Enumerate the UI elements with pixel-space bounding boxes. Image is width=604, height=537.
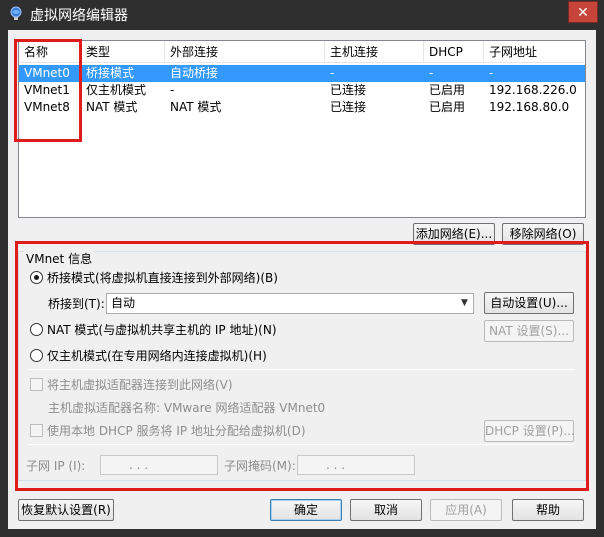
nat-mode-radio[interactable]: NAT 模式(与虚拟机共享主机的 IP 地址)(N) (30, 322, 277, 338)
dhcp-settings-button[interactable]: DHCP 设置(P)... (484, 420, 575, 442)
table-row-vmnet0[interactable]: VMnet0 桥接模式 自动桥接 - - - (19, 65, 585, 82)
mask-dots: . . . (326, 458, 346, 472)
subnet-ip-label: 子网 IP (I): (26, 459, 86, 473)
table-row-vmnet8[interactable]: VMnet8 NAT 模式 NAT 模式 已连接 已启用 192.168.80.… (19, 99, 585, 116)
auto-settings-button[interactable]: 自动设置(U)... (484, 292, 574, 314)
cell-type: 桥接模式 (86, 66, 135, 80)
bridged-mode-radio[interactable]: 桥接模式(将虚拟机直接连接到外部网络)(B) (30, 270, 278, 286)
host-only-label: 仅主机模式(在专用网络内连接虚拟机)(H) (47, 349, 267, 363)
vmnet-info-title: VMnet 信息 (24, 250, 95, 267)
cell-external: 自动桥接 (170, 66, 219, 80)
network-list-header: 名称 类型 外部连接 主机连接 DHCP 子网地址 (19, 41, 585, 63)
cell-host: - (330, 66, 335, 80)
cell-dhcp: 已启用 (429, 100, 466, 114)
cell-external: - (170, 83, 175, 97)
dhcp-checkbox[interactable]: 使用本地 DHCP 服务将 IP 地址分配给虚拟机(D) (30, 423, 306, 439)
column-header-subnet[interactable]: 子网地址 (484, 41, 585, 63)
adapter-name-label: 主机虚拟适配器名称: VMware 网络适配器 VMnet0 (48, 401, 326, 415)
divider (28, 444, 574, 445)
dialog-body: 名称 类型 外部连接 主机连接 DHCP 子网地址 VMnet0 桥接模式 自动… (8, 30, 596, 529)
host-only-radio[interactable]: 仅主机模式(在专用网络内连接虚拟机)(H) (30, 348, 267, 364)
cell-host: 已连接 (330, 83, 367, 97)
cell-subnet: 192.168.226.0 (489, 83, 577, 97)
ok-button[interactable]: 确定 (270, 499, 342, 521)
cell-name: VMnet8 (24, 100, 70, 114)
bridge-to-label: 桥接到(T): (48, 297, 105, 311)
cell-type: 仅主机模式 (86, 83, 147, 97)
bridge-to-select[interactable]: 自动 ▼ (106, 293, 474, 314)
network-list[interactable]: 名称 类型 外部连接 主机连接 DHCP 子网地址 VMnet0 桥接模式 自动… (18, 40, 586, 218)
chevron-down-icon: ▼ (461, 298, 468, 308)
ip-dots: . . . (129, 458, 149, 472)
virtual-network-editor-window: 虚拟网络编辑器 ✕ 名称 类型 外部连接 主机连接 DHCP 子网地址 VMne… (0, 0, 604, 537)
cancel-button[interactable]: 取消 (350, 499, 422, 521)
nat-settings-button[interactable]: NAT 设置(S)... (484, 320, 574, 342)
radio-unselected-icon (30, 323, 43, 336)
subnet-mask-field[interactable]: . . . (297, 455, 415, 475)
connect-adapter-checkbox[interactable]: 将主机虚拟适配器连接到此网络(V) (30, 377, 233, 393)
help-button[interactable]: 帮助 (512, 499, 584, 521)
column-header-dhcp[interactable]: DHCP (424, 41, 484, 63)
network-globe-icon (10, 6, 22, 20)
table-row-vmnet1[interactable]: VMnet1 仅主机模式 - 已连接 已启用 192.168.226.0 (19, 82, 585, 99)
restore-defaults-button[interactable]: 恢复默认设置(R) (18, 499, 114, 521)
cell-host: 已连接 (330, 100, 367, 114)
radio-unselected-icon (30, 349, 43, 362)
column-header-name[interactable]: 名称 (19, 41, 81, 63)
dhcp-label: 使用本地 DHCP 服务将 IP 地址分配给虚拟机(D) (47, 424, 306, 438)
column-header-external[interactable]: 外部连接 (165, 41, 325, 63)
close-button[interactable]: ✕ (568, 1, 598, 23)
subnet-ip-field[interactable]: . . . (100, 455, 218, 475)
cell-dhcp: - (429, 66, 434, 80)
bridged-mode-label: 桥接模式(将虚拟机直接连接到外部网络)(B) (47, 271, 278, 285)
divider (28, 369, 574, 370)
cell-subnet: 192.168.80.0 (489, 100, 570, 114)
window-title: 虚拟网络编辑器 (30, 8, 128, 24)
cell-dhcp: 已启用 (429, 83, 466, 97)
checkbox-icon (30, 424, 43, 437)
cell-type: NAT 模式 (86, 100, 138, 114)
cell-name: VMnet1 (24, 83, 70, 97)
column-header-host[interactable]: 主机连接 (325, 41, 424, 63)
cell-subnet: - (489, 66, 494, 80)
nat-mode-label: NAT 模式(与虚拟机共享主机的 IP 地址)(N) (47, 323, 277, 337)
add-network-button[interactable]: 添加网络(E)... (413, 223, 495, 245)
connect-adapter-label: 将主机虚拟适配器连接到此网络(V) (47, 378, 233, 392)
column-header-type[interactable]: 类型 (81, 41, 165, 63)
title-bar: 虚拟网络编辑器 ✕ (0, 0, 604, 30)
checkbox-icon (30, 378, 43, 391)
remove-network-button[interactable]: 移除网络(O) (502, 223, 584, 245)
apply-button[interactable]: 应用(A) (430, 499, 502, 521)
cell-external: NAT 模式 (170, 100, 222, 114)
bridge-to-value: 自动 (111, 296, 136, 310)
cell-name: VMnet0 (24, 66, 70, 80)
close-icon: ✕ (577, 5, 589, 21)
subnet-mask-label: 子网掩码(M): (224, 459, 296, 473)
radio-selected-icon (30, 271, 43, 284)
